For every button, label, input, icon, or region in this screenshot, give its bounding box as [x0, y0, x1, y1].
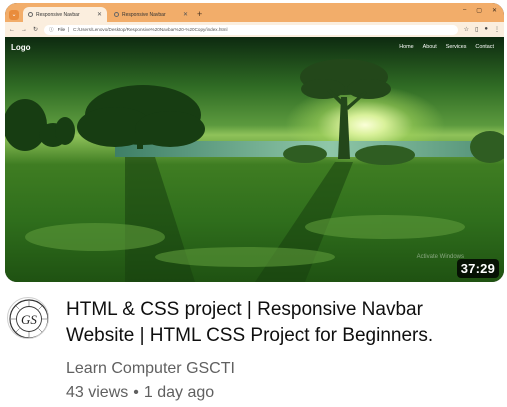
- channel-avatar[interactable]: GS: [7, 297, 49, 339]
- forward-icon[interactable]: →: [21, 27, 27, 33]
- close-icon[interactable]: ✕: [183, 11, 188, 18]
- tab-search-icon[interactable]: ⌄: [9, 10, 19, 20]
- nav-link-home[interactable]: Home: [399, 44, 413, 50]
- site-logo[interactable]: Logo: [11, 43, 31, 52]
- new-tab-button[interactable]: +: [197, 7, 202, 22]
- profile-icon[interactable]: ●: [484, 26, 488, 33]
- sidebar-icon[interactable]: ▯: [475, 26, 478, 33]
- browser-tab-2[interactable]: Responsive Navbar ✕: [109, 7, 193, 22]
- tab-label: Responsive Navbar: [122, 11, 166, 18]
- nav-link-services[interactable]: Services: [446, 44, 467, 50]
- close-icon[interactable]: ✕: [97, 11, 102, 18]
- back-icon[interactable]: ←: [9, 27, 15, 33]
- video-metadata: 43 views • 1 day ago: [66, 384, 214, 402]
- site-nav-links: Home About Services Contact: [399, 44, 494, 50]
- nav-link-about[interactable]: About: [423, 44, 437, 50]
- landscape-trees-image: [5, 59, 504, 282]
- tab-label: Responsive Navbar: [36, 11, 80, 18]
- video-duration-badge: 37:29: [456, 259, 499, 278]
- view-count: 43 views: [66, 384, 129, 401]
- institute-seal-logo: GS: [9, 299, 48, 338]
- info-icon: ⓘ: [49, 26, 54, 32]
- browser-tab-bar: ⌄ Responsive Navbar ✕ Responsive Navbar …: [5, 3, 504, 22]
- globe-icon: [28, 12, 33, 17]
- seal-initials: GS: [21, 312, 37, 327]
- globe-icon: [114, 12, 119, 17]
- bookmark-star-icon[interactable]: ☆: [464, 26, 469, 33]
- reload-icon[interactable]: ↻: [33, 26, 38, 33]
- nav-link-contact[interactable]: Contact: [475, 44, 494, 50]
- meta-separator: •: [133, 384, 139, 401]
- channel-name[interactable]: Learn Computer GSCTI: [66, 360, 235, 378]
- minimize-icon[interactable]: –: [463, 7, 466, 14]
- address-scheme: File: [58, 27, 70, 32]
- site-navbar: Logo Home About Services Contact: [5, 37, 504, 59]
- browser-tab-1[interactable]: Responsive Navbar ✕: [23, 7, 107, 22]
- webpage-hero: Logo Home About Services Contact Activat…: [5, 37, 504, 282]
- browser-toolbar: ← → ↻ ⓘ File C:/Users/Lenovo/Desktop/Res…: [5, 22, 504, 37]
- menu-icon[interactable]: ⋮: [494, 26, 500, 33]
- video-thumbnail[interactable]: ⌄ Responsive Navbar ✕ Responsive Navbar …: [5, 3, 504, 282]
- close-window-icon[interactable]: ✕: [492, 7, 497, 14]
- address-bar[interactable]: ⓘ File C:/Users/Lenovo/Desktop/Responsiv…: [44, 24, 458, 35]
- address-url: C:/Users/Lenovo/Desktop/Responsive%20Nav…: [73, 27, 228, 32]
- video-title[interactable]: HTML & CSS project | Responsive Navbar W…: [66, 297, 496, 349]
- maximize-icon[interactable]: ▢: [476, 7, 482, 14]
- activate-windows-watermark: Activate Windows: [416, 254, 464, 260]
- window-controls: – ▢ ✕: [463, 7, 497, 14]
- upload-age: 1 day ago: [143, 384, 215, 401]
